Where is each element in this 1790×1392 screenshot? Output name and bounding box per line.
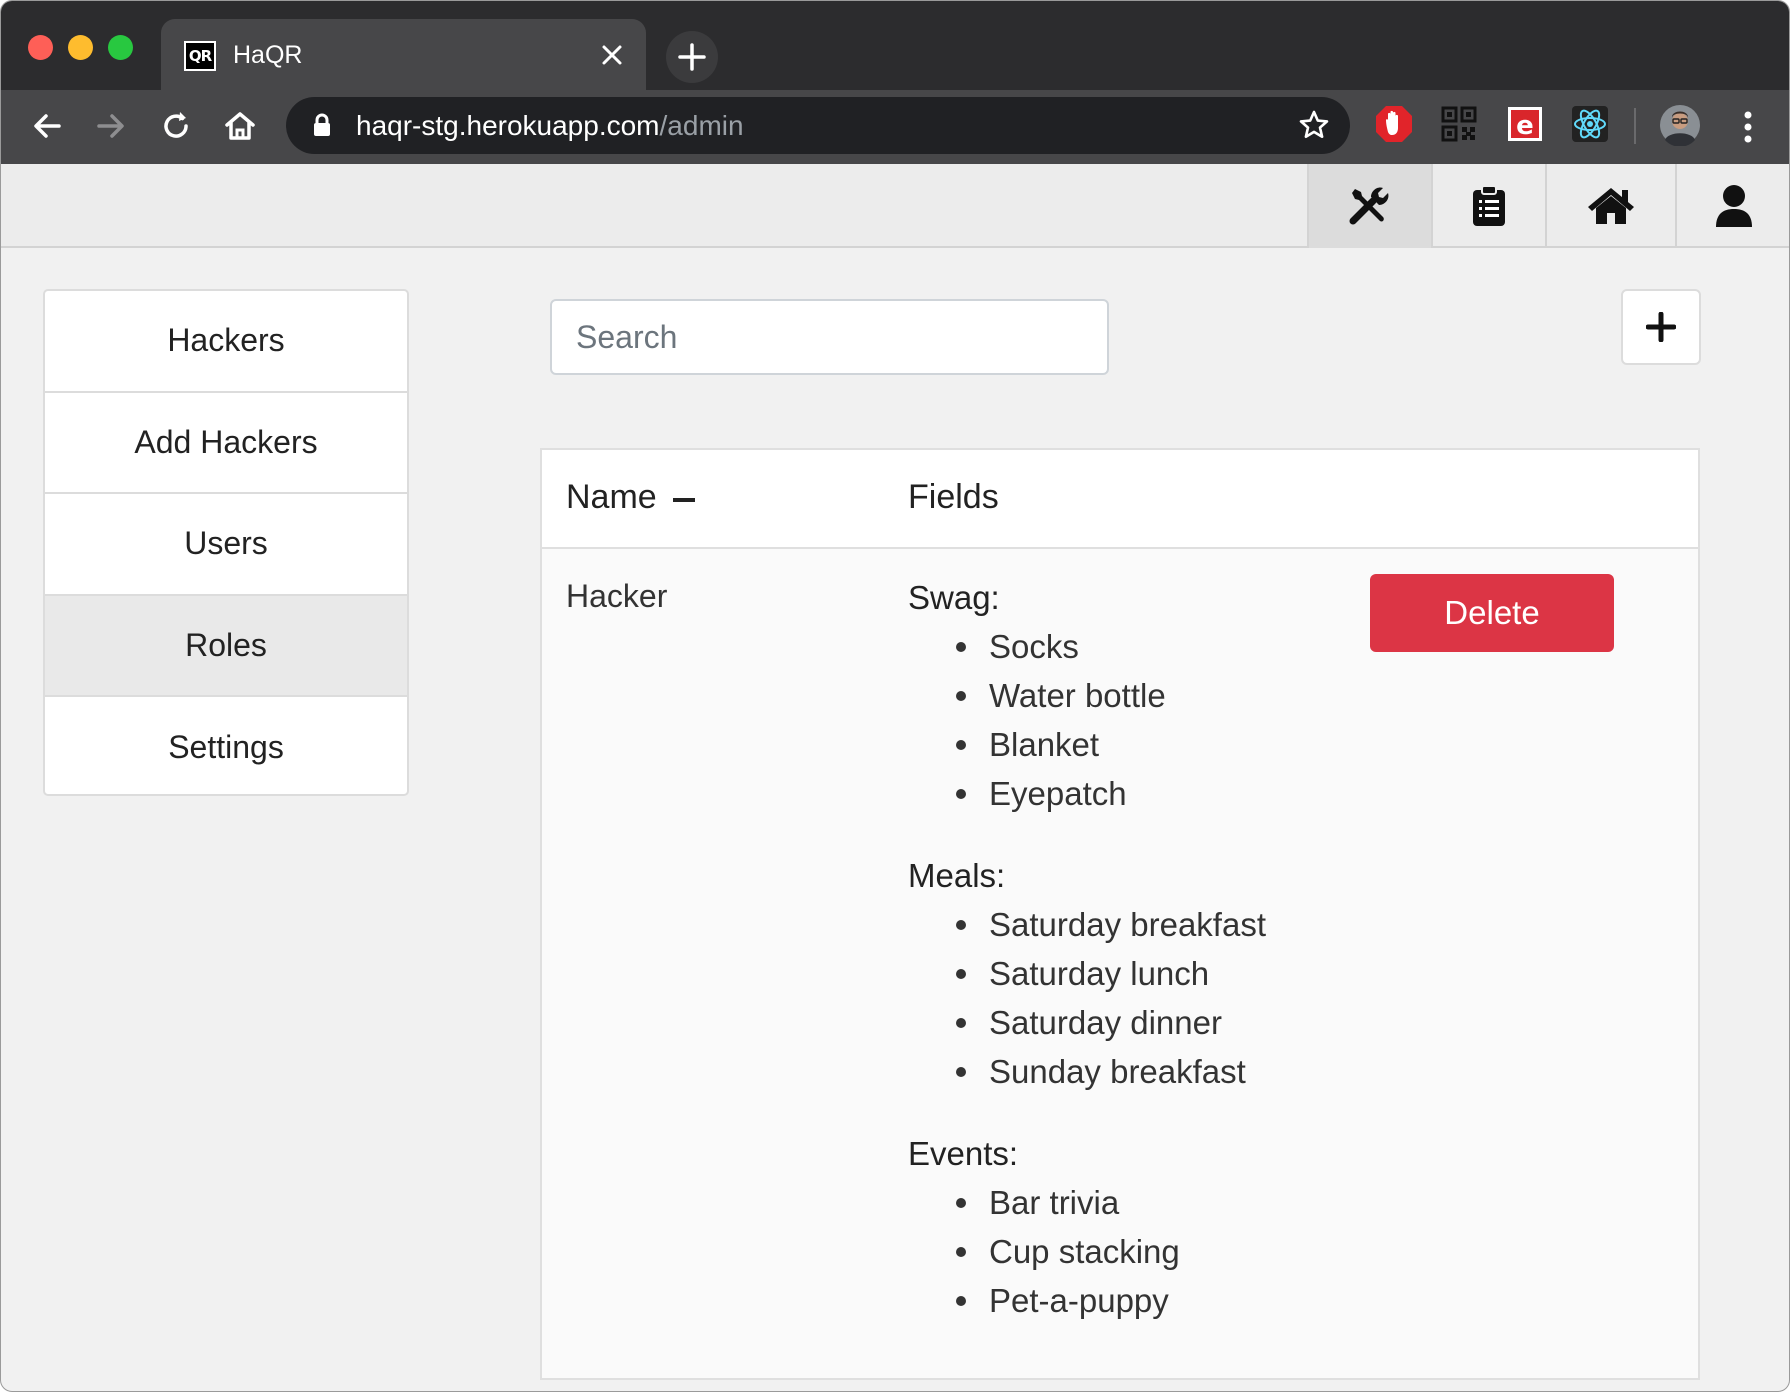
fields-column-header: Fields — [908, 478, 999, 516]
role-fields: Swag: Socks Water bottle Blanket Eyepatc… — [908, 578, 1266, 1363]
sidebar-item-users[interactable]: Users — [45, 494, 407, 596]
url-text: haqr-stg.herokuapp.com/admin — [356, 110, 744, 142]
toolbar-divider — [1634, 108, 1636, 144]
bookmark-star-icon[interactable] — [1298, 109, 1330, 141]
home-button[interactable] — [1545, 164, 1675, 248]
table-header: Name Fields — [542, 450, 1698, 549]
home-browser-icon[interactable] — [222, 108, 258, 144]
list-item: Cup stacking — [908, 1232, 1266, 1281]
delete-role-button[interactable]: Delete — [1370, 574, 1614, 652]
clipboard-icon — [1473, 185, 1505, 226]
sidebar-item-roles[interactable]: Roles — [45, 595, 407, 697]
role-name: Hacker — [566, 578, 668, 614]
url-path: /admin — [659, 110, 744, 141]
plus-icon — [1646, 312, 1676, 342]
field-group-list: Socks Water bottle Blanket Eyepatch — [908, 627, 1266, 823]
list-item: Socks — [908, 627, 1266, 676]
list-item: Pet-a-puppy — [908, 1281, 1266, 1330]
home-icon — [1588, 188, 1634, 224]
sort-indicator-icon — [672, 497, 695, 502]
minimize-window-button[interactable] — [68, 35, 93, 60]
e-extension-icon[interactable]: e — [1505, 104, 1545, 144]
roles-table: Name Fields Hacker Swag: Socks Water bot… — [540, 448, 1700, 1380]
scan-log-button[interactable] — [1431, 164, 1545, 248]
react-devtools-icon[interactable] — [1570, 104, 1610, 144]
profile-avatar[interactable] — [1659, 104, 1701, 146]
close-window-button[interactable] — [28, 35, 53, 60]
tab-title: HaQR — [233, 41, 303, 69]
browser-tab[interactable]: QR HaQR — [161, 19, 646, 90]
field-group-title: Swag: — [908, 579, 1000, 616]
qr-code-extension-icon[interactable] — [1439, 104, 1479, 144]
favicon-icon: QR — [184, 41, 216, 71]
list-item: Saturday breakfast — [908, 905, 1266, 954]
list-item: Blanket — [908, 725, 1266, 774]
browser-menu-icon[interactable] — [1743, 110, 1753, 144]
reload-icon[interactable] — [158, 108, 194, 144]
new-tab-icon[interactable] — [666, 31, 718, 83]
name-column-label: Name — [566, 478, 657, 516]
field-group-title: Meals: — [908, 857, 1006, 894]
list-item: Sunday breakfast — [908, 1052, 1266, 1101]
forward-icon[interactable] — [93, 108, 129, 144]
list-item: Saturday dinner — [908, 1003, 1266, 1052]
back-icon[interactable] — [29, 108, 65, 144]
user-icon — [1716, 185, 1752, 227]
field-group-list: Saturday breakfast Saturday lunch Saturd… — [908, 905, 1266, 1101]
app-header — [1, 164, 1789, 248]
field-group-title: Events: — [908, 1135, 1019, 1172]
address-bar[interactable]: haqr-stg.herokuapp.com/admin — [286, 97, 1350, 154]
url-host: haqr-stg.herokuapp.com — [356, 110, 660, 141]
sidebar-item-settings[interactable]: Settings — [45, 697, 407, 794]
tools-icon — [1349, 187, 1389, 225]
browser-window: QR HaQR haqr-stg.herokuapp.com/admin e H… — [0, 0, 1790, 1392]
list-item: Saturday lunch — [908, 954, 1266, 1003]
sidebar-item-hackers[interactable]: Hackers — [45, 291, 407, 393]
list-item: Eyepatch — [908, 774, 1266, 823]
name-column-header[interactable]: Name — [566, 478, 695, 517]
add-role-button[interactable] — [1621, 289, 1701, 365]
list-item: Water bottle — [908, 676, 1266, 725]
admin-sidebar: Hackers Add Hackers Users Roles Settings — [43, 289, 409, 796]
sidebar-item-add-hackers[interactable]: Add Hackers — [45, 393, 407, 494]
user-button[interactable] — [1675, 164, 1789, 248]
search-input[interactable] — [550, 299, 1109, 375]
zoom-window-button[interactable] — [108, 35, 133, 60]
lock-icon — [314, 113, 330, 136]
list-item: Bar trivia — [908, 1183, 1266, 1232]
close-tab-icon[interactable] — [598, 41, 626, 69]
browser-toolbar: haqr-stg.herokuapp.com/admin e — [1, 90, 1789, 164]
tab-strip: QR HaQR — [1, 1, 1789, 90]
admin-tools-button[interactable] — [1307, 164, 1431, 248]
svg-text:e: e — [1516, 111, 1534, 141]
stop-hand-extension-icon[interactable] — [1374, 104, 1414, 144]
field-group-list: Bar trivia Cup stacking Pet-a-puppy — [908, 1183, 1266, 1330]
